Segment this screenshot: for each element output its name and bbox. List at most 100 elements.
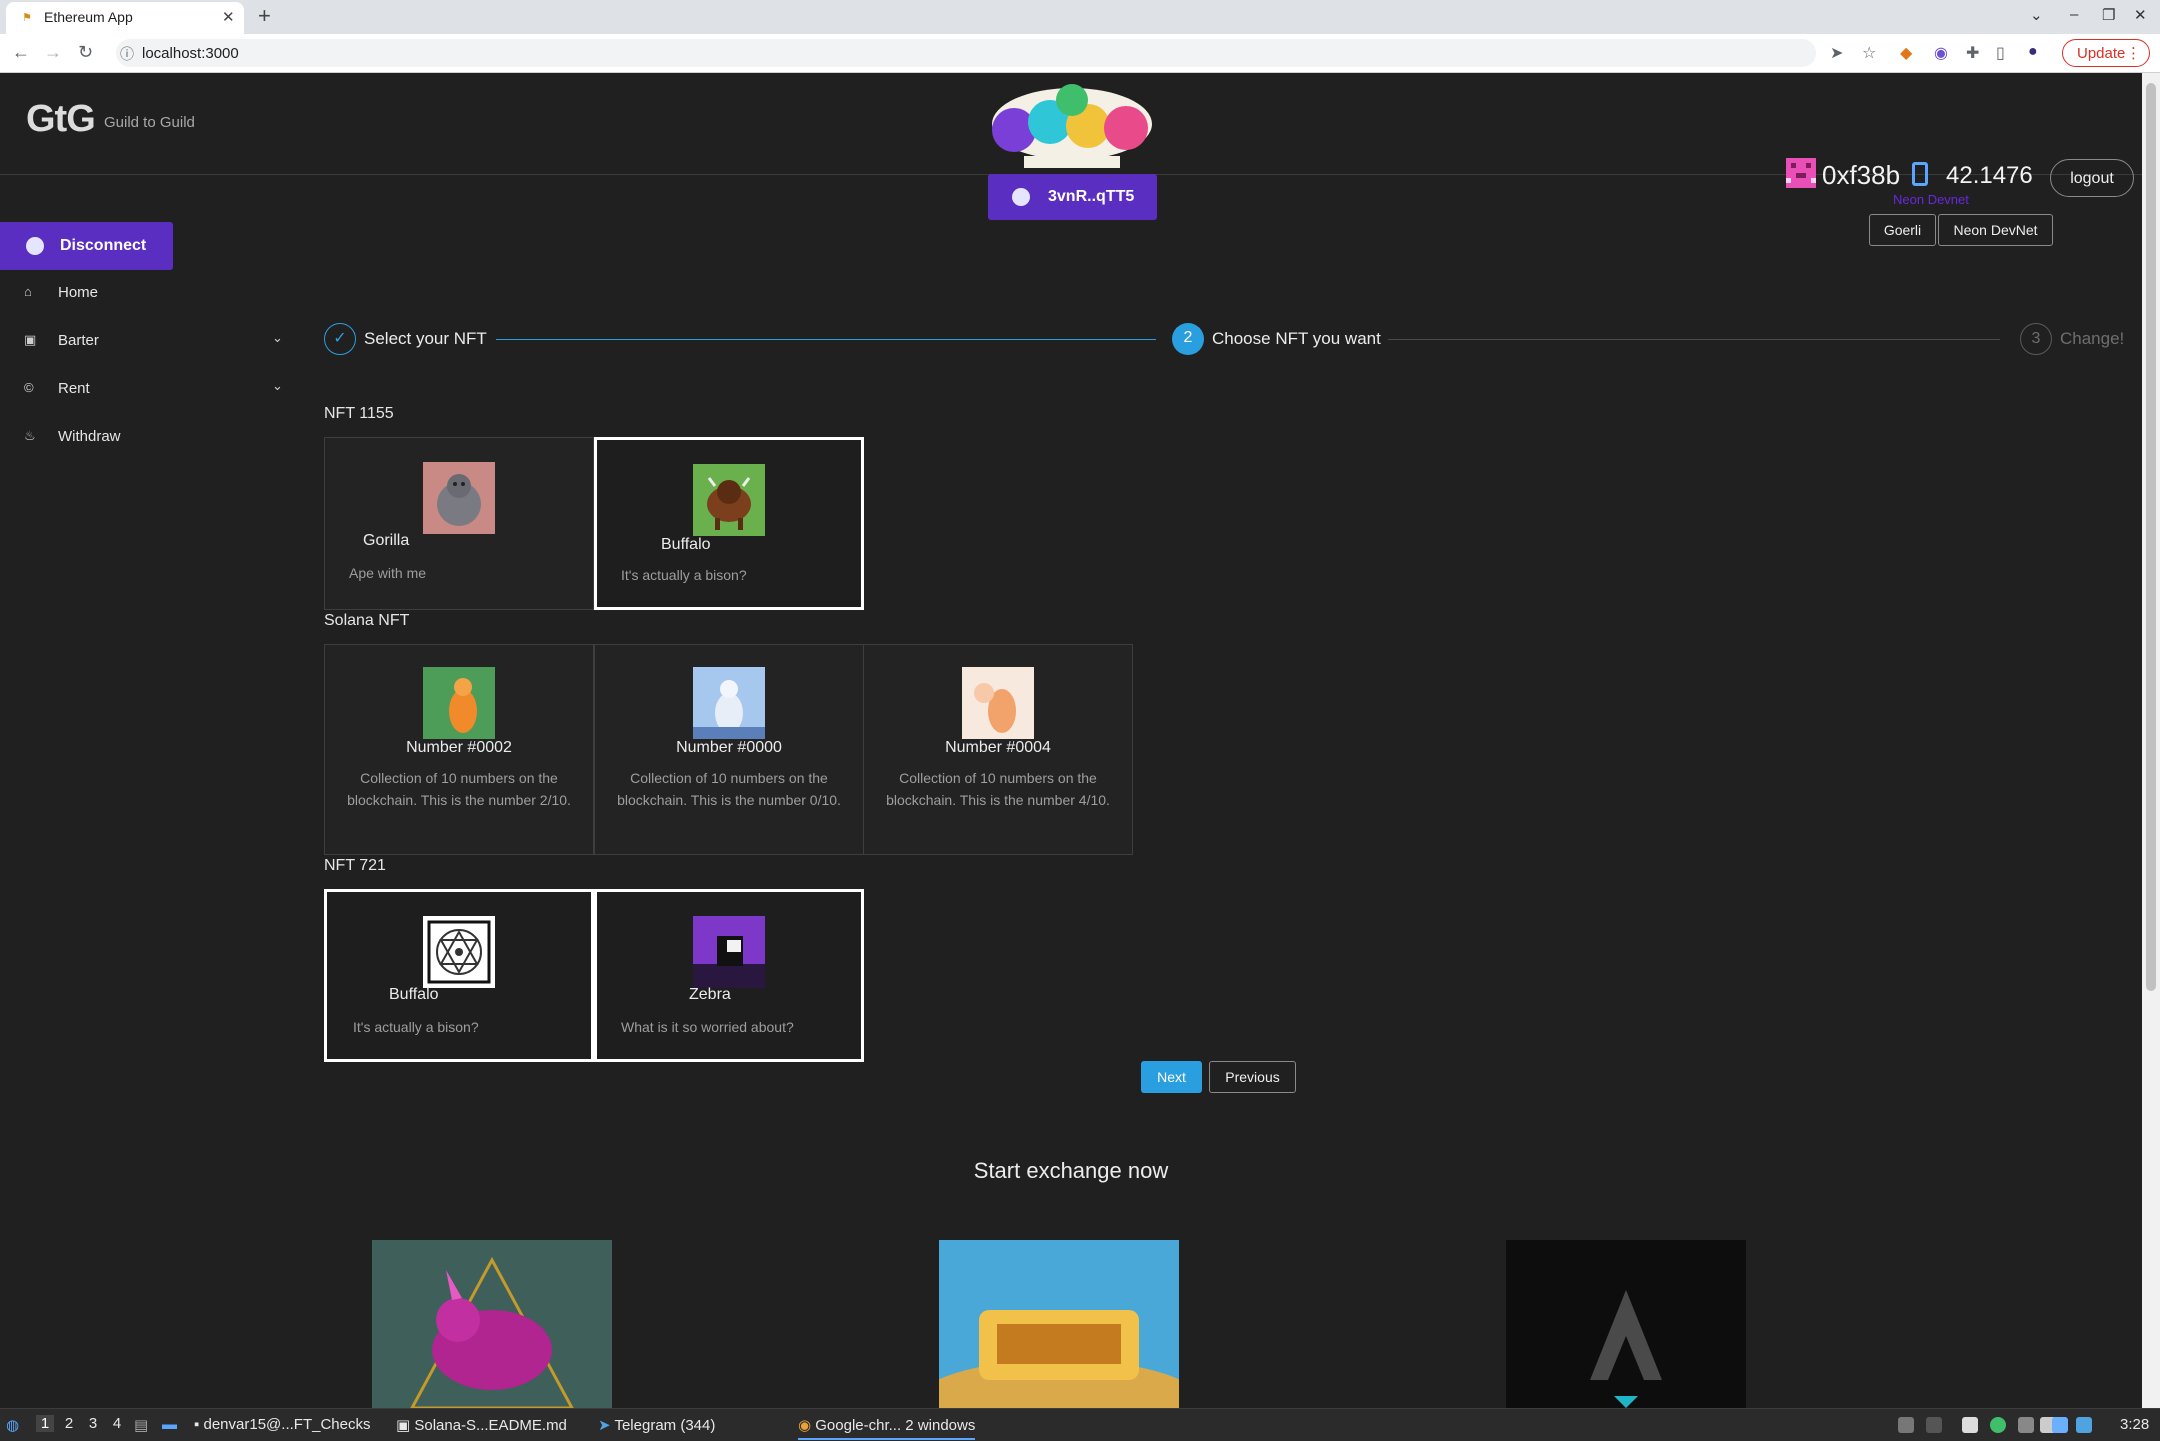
sidebar-item-barter[interactable]: ▣ Barter ⌄ <box>0 322 300 362</box>
taskbar-item-chrome[interactable]: ◉ Google-chr... 2 windows <box>798 1416 976 1440</box>
logout-button[interactable]: logout <box>2050 159 2134 197</box>
disconnect-button[interactable]: Disconnect <box>0 222 173 270</box>
promo-image-unicorn[interactable] <box>372 1240 612 1408</box>
metamask-extension-icon[interactable]: ◆ <box>1900 43 1912 63</box>
side-panel-icon[interactable]: ▯ <box>1996 43 2005 63</box>
workspace-4[interactable]: 4 <box>108 1415 126 1432</box>
step-done-icon: ✓ <box>324 323 356 355</box>
network-name: Neon Devnet <box>1893 192 1969 207</box>
nft-card-zebra-selected[interactable]: Zebra What is it so worried about? <box>594 889 864 1062</box>
nft-card-buffalo-selected[interactable]: Buffalo It's actually a bison? <box>594 437 864 610</box>
menu-dots-icon: ⋮ <box>2126 45 2141 62</box>
bookmark-star-icon[interactable]: ☆ <box>1862 43 1876 63</box>
goerli-network-button[interactable]: Goerli <box>1869 214 1936 246</box>
browser-tab[interactable]: ⚑ Ethereum App ✕ <box>6 2 244 34</box>
app-logo[interactable]: GtG <box>26 98 96 141</box>
tab-search-icon[interactable]: ⌄ <box>2030 6 2043 24</box>
nft-image-number-0002 <box>423 667 495 739</box>
chevron-down-icon[interactable]: ⌄ <box>272 330 283 346</box>
solana-section-title: Solana NFT <box>324 612 410 629</box>
app-logo-subtitle: Guild to Guild <box>104 114 195 131</box>
browser-tab-bar: ⚑ Ethereum App ✕ + ⌄ – ❐ ✕ <box>0 0 2160 34</box>
sidebar-item-label: Home <box>58 284 99 301</box>
volume-tray-icon[interactable] <box>1926 1417 1942 1433</box>
workspace-1[interactable]: 1 <box>36 1415 54 1432</box>
update-button[interactable]: Update ⋮ <box>2062 39 2150 67</box>
nft-card-number-0002[interactable]: Number #0002 Collection of 10 numbers on… <box>324 644 594 855</box>
phantom-wallet-icon <box>26 237 44 255</box>
scrollbar-thumb[interactable] <box>2146 83 2156 991</box>
neon-devnet-network-button[interactable]: Neon DevNet <box>1938 214 2053 246</box>
minimize-icon[interactable]: – <box>2070 6 2078 23</box>
sidebar-item-home[interactable]: ⌂ Home <box>0 274 300 314</box>
barter-icon: ▣ <box>24 332 37 347</box>
step-connector-2 <box>1388 339 2000 340</box>
step-1-label: Select your NFT <box>364 329 487 348</box>
nft721-section-title: NFT 721 <box>324 857 386 874</box>
nft-image-zebra <box>693 916 765 988</box>
back-icon[interactable]: ← <box>12 42 30 63</box>
sidebar-item-label: Withdraw <box>58 428 121 445</box>
nft-description: Collection of 10 numbers on the blockcha… <box>886 770 1110 808</box>
nft-card-gorilla[interactable]: Gorilla Ape with me <box>324 437 594 610</box>
extensions-puzzle-icon[interactable]: ✚ <box>1966 43 1979 63</box>
battery-tray-icon[interactable] <box>2052 1417 2068 1433</box>
address-bar[interactable]: ⓘ localhost:3000 <box>116 39 1816 67</box>
send-icon[interactable]: ➤ <box>1830 43 1843 63</box>
editor-icon: ▣ <box>396 1417 415 1434</box>
address-bar-text[interactable]: localhost:3000 <box>142 45 239 62</box>
clock: 3:28 <box>2120 1416 2150 1433</box>
wallet-extension-icon[interactable]: ◉ <box>1934 43 1948 63</box>
promo-image-defi-land[interactable] <box>939 1240 1179 1408</box>
sidebar-item-rent[interactable]: © Rent ⌄ <box>0 370 300 410</box>
terminal-icon: ▪ <box>194 1416 204 1433</box>
nft-card-buffalo-721-selected[interactable]: Buffalo It's actually a bison? <box>324 889 594 1062</box>
show-desktop-icon[interactable]: ▬ <box>162 1416 177 1433</box>
nft-name: Number #0000 <box>676 739 782 756</box>
window-close-icon[interactable]: ✕ <box>2134 6 2147 24</box>
page-scrollbar[interactable] <box>2142 73 2160 1408</box>
notes-tray-icon[interactable] <box>1962 1417 1978 1433</box>
step-2-number: 2 <box>1172 323 1204 355</box>
disconnect-label: Disconnect <box>60 237 147 254</box>
taskbar-item-terminal[interactable]: ▪ denvar15@...FT_Checks <box>194 1416 370 1433</box>
nft-image-number-0000 <box>693 667 765 739</box>
file-manager-icon[interactable]: ▤ <box>134 1416 148 1434</box>
nft-description: What is it so worried about? <box>621 1019 794 1035</box>
nft-name: Buffalo <box>389 986 439 1003</box>
reload-icon[interactable]: ↻ <box>78 42 93 63</box>
step-3-label: Change! <box>2060 329 2125 348</box>
network-tray-icon[interactable] <box>2018 1417 2034 1433</box>
nft-card-number-0004[interactable]: Number #0004 Collection of 10 numbers on… <box>863 644 1133 855</box>
workspace-3[interactable]: 3 <box>84 1415 102 1432</box>
tab-close-icon[interactable]: ✕ <box>222 8 235 26</box>
app-header: GtG Guild to Guild 0xf38b 42.1476 Neon D… <box>0 72 2142 246</box>
taskbar-item-editor[interactable]: ▣ Solana-S...EADME.md <box>396 1416 567 1434</box>
account-balance: 42.1476 <box>1946 162 2033 189</box>
start-menu-icon[interactable]: ◍ <box>6 1416 19 1434</box>
taskbar-item-telegram[interactable]: ➤ Telegram (344) <box>598 1416 715 1434</box>
previous-button[interactable]: Previous <box>1209 1061 1296 1093</box>
restore-icon[interactable]: ❐ <box>2102 6 2115 24</box>
nft-image-buffalo <box>693 464 765 536</box>
workspace-2[interactable]: 2 <box>60 1415 78 1432</box>
sync-tray-icon[interactable] <box>1990 1417 2006 1433</box>
nft-card-number-0000[interactable]: Number #0000 Collection of 10 numbers on… <box>594 644 864 855</box>
nft-name: Gorilla <box>363 532 410 549</box>
chevron-down-icon[interactable]: ⌄ <box>272 378 283 394</box>
forward-icon[interactable]: → <box>44 42 62 63</box>
phantom-wallet-icon <box>1012 188 1030 206</box>
new-tab-button[interactable]: + <box>258 3 271 29</box>
hackathon-logo <box>992 84 1152 168</box>
os-taskbar: ◍ 1 2 3 4 ▤ ▬ ▪ denvar15@...FT_Checks ▣ … <box>0 1408 2160 1441</box>
clipboard-tray-icon[interactable] <box>1898 1417 1914 1433</box>
solana-wallet-button[interactable]: 3vnR..qTT5 <box>988 174 1157 220</box>
promo-image-arrow-logo[interactable] <box>1506 1240 1746 1408</box>
site-info-icon[interactable]: ⓘ <box>120 44 134 64</box>
profile-avatar-icon[interactable]: ● <box>2028 43 2038 61</box>
nft-description: Ape with me <box>349 565 427 581</box>
telegram-tray-icon[interactable] <box>2076 1417 2092 1433</box>
sidebar-item-withdraw[interactable]: ♨ Withdraw <box>0 418 300 458</box>
next-button[interactable]: Next <box>1141 1061 1202 1093</box>
browser-toolbar: ← → ↻ ⓘ localhost:3000 ➤ ☆ ◆ ◉ ✚ ▯ ● Upd… <box>0 34 2160 73</box>
